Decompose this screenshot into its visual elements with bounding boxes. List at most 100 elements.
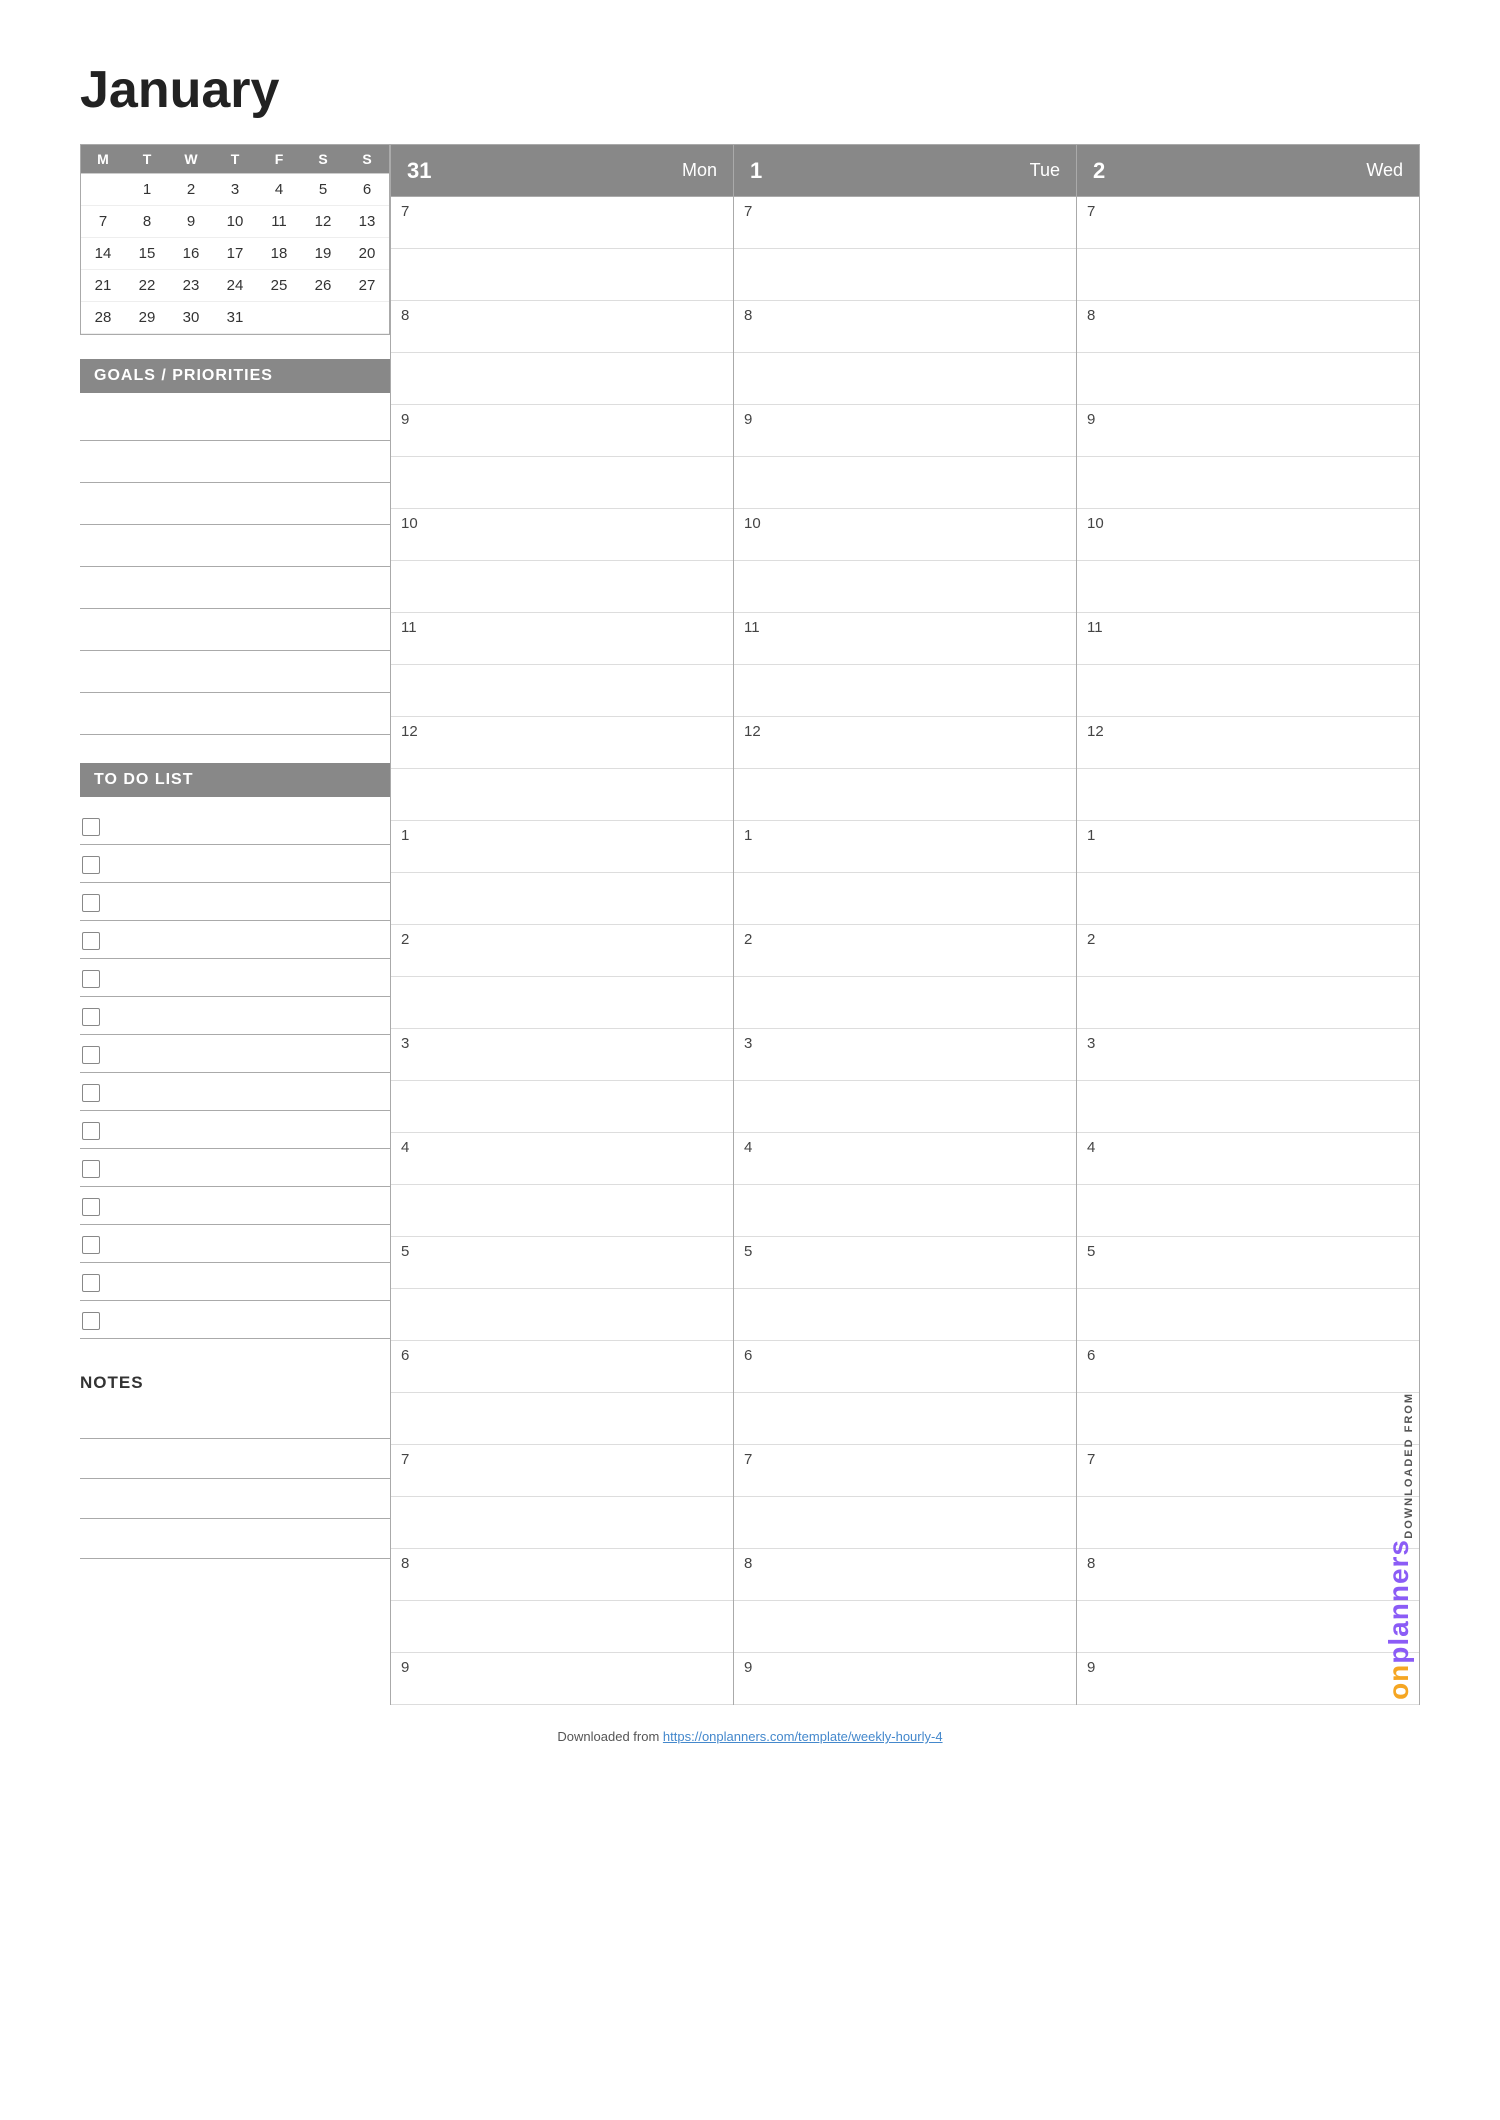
- hour-row[interactable]: 9: [391, 405, 733, 457]
- hour-row[interactable]: [391, 249, 733, 301]
- hour-row[interactable]: [391, 1601, 733, 1653]
- hour-row[interactable]: 12: [1077, 717, 1419, 769]
- todo-checkbox[interactable]: [82, 1122, 100, 1140]
- todo-checkbox[interactable]: [82, 1312, 100, 1330]
- todo-item[interactable]: [80, 1111, 390, 1149]
- todo-checkbox[interactable]: [82, 818, 100, 836]
- hour-row[interactable]: [734, 873, 1076, 925]
- hour-row[interactable]: [1077, 353, 1419, 405]
- hour-row[interactable]: [391, 1393, 733, 1445]
- hour-row[interactable]: 4: [391, 1133, 733, 1185]
- hour-row[interactable]: 7: [1077, 197, 1419, 249]
- todo-item[interactable]: [80, 1035, 390, 1073]
- todo-checkbox[interactable]: [82, 1198, 100, 1216]
- hour-row[interactable]: [734, 457, 1076, 509]
- todo-item[interactable]: [80, 807, 390, 845]
- hour-row[interactable]: [391, 977, 733, 1029]
- hour-row[interactable]: 2: [734, 925, 1076, 977]
- hour-row[interactable]: [391, 1289, 733, 1341]
- hour-row[interactable]: [734, 1393, 1076, 1445]
- goal-line[interactable]: [80, 697, 390, 735]
- goal-line[interactable]: [80, 655, 390, 693]
- notes-line[interactable]: [80, 1519, 390, 1559]
- hour-row[interactable]: [1077, 769, 1419, 821]
- hour-row[interactable]: [1077, 977, 1419, 1029]
- hour-row[interactable]: 6: [391, 1341, 733, 1393]
- hour-row[interactable]: [734, 1185, 1076, 1237]
- todo-item[interactable]: [80, 1225, 390, 1263]
- hour-row[interactable]: 10: [391, 509, 733, 561]
- todo-checkbox[interactable]: [82, 1236, 100, 1254]
- todo-item[interactable]: [80, 1263, 390, 1301]
- todo-checkbox[interactable]: [82, 894, 100, 912]
- hour-row[interactable]: 2: [391, 925, 733, 977]
- todo-item[interactable]: [80, 1149, 390, 1187]
- todo-checkbox[interactable]: [82, 856, 100, 874]
- hour-row[interactable]: 9 DOWNLOADED FROM onplanners: [1077, 1653, 1419, 1705]
- hour-row[interactable]: 5: [1077, 1237, 1419, 1289]
- todo-checkbox[interactable]: [82, 1160, 100, 1178]
- hour-row[interactable]: 7: [391, 1445, 733, 1497]
- hour-row[interactable]: [1077, 873, 1419, 925]
- hour-row[interactable]: 6: [1077, 1341, 1419, 1393]
- todo-item[interactable]: [80, 845, 390, 883]
- hour-row[interactable]: 10: [734, 509, 1076, 561]
- hour-row[interactable]: [391, 769, 733, 821]
- hour-row[interactable]: 7: [734, 197, 1076, 249]
- todo-item[interactable]: [80, 1187, 390, 1225]
- todo-item[interactable]: [80, 921, 390, 959]
- goal-line[interactable]: [80, 613, 390, 651]
- hour-row[interactable]: 9: [391, 1653, 733, 1705]
- hour-row[interactable]: [734, 249, 1076, 301]
- hour-row[interactable]: 7: [1077, 1445, 1419, 1497]
- todo-item[interactable]: [80, 1301, 390, 1339]
- hour-row[interactable]: [1077, 1393, 1419, 1445]
- hour-row[interactable]: [391, 353, 733, 405]
- hour-row[interactable]: 8: [734, 301, 1076, 353]
- todo-checkbox[interactable]: [82, 1008, 100, 1026]
- hour-row[interactable]: 10: [1077, 509, 1419, 561]
- hour-row[interactable]: [1077, 561, 1419, 613]
- hour-row[interactable]: 8: [391, 1549, 733, 1601]
- hour-row[interactable]: [734, 1289, 1076, 1341]
- hour-row[interactable]: 9: [734, 405, 1076, 457]
- goal-line[interactable]: [80, 571, 390, 609]
- hour-row[interactable]: 7: [391, 197, 733, 249]
- todo-checkbox[interactable]: [82, 1084, 100, 1102]
- hour-row[interactable]: [391, 561, 733, 613]
- hour-row[interactable]: [734, 1601, 1076, 1653]
- hour-row[interactable]: 6: [734, 1341, 1076, 1393]
- hour-row[interactable]: [391, 1081, 733, 1133]
- hour-row[interactable]: 9: [734, 1653, 1076, 1705]
- hour-row[interactable]: 3: [391, 1029, 733, 1081]
- goal-line[interactable]: [80, 403, 390, 441]
- hour-row[interactable]: 11: [1077, 613, 1419, 665]
- todo-checkbox[interactable]: [82, 1274, 100, 1292]
- hour-row[interactable]: [1077, 1289, 1419, 1341]
- notes-line[interactable]: [80, 1479, 390, 1519]
- hour-row[interactable]: [391, 665, 733, 717]
- hour-row[interactable]: 3: [734, 1029, 1076, 1081]
- hour-row[interactable]: 8: [391, 301, 733, 353]
- hour-row[interactable]: [391, 1497, 733, 1549]
- hour-row[interactable]: [391, 1185, 733, 1237]
- todo-checkbox[interactable]: [82, 1046, 100, 1064]
- hour-row[interactable]: [734, 1081, 1076, 1133]
- hour-row[interactable]: 7: [734, 1445, 1076, 1497]
- hour-row[interactable]: 12: [391, 717, 733, 769]
- hour-row[interactable]: 5: [734, 1237, 1076, 1289]
- notes-line[interactable]: [80, 1439, 390, 1479]
- hour-row[interactable]: [391, 457, 733, 509]
- hour-row[interactable]: [1077, 1081, 1419, 1133]
- hour-row[interactable]: 8: [1077, 301, 1419, 353]
- goal-line[interactable]: [80, 445, 390, 483]
- todo-checkbox[interactable]: [82, 932, 100, 950]
- todo-checkbox[interactable]: [82, 970, 100, 988]
- todo-item[interactable]: [80, 1073, 390, 1111]
- hour-row[interactable]: [734, 665, 1076, 717]
- hour-row[interactable]: [1077, 1185, 1419, 1237]
- hour-row[interactable]: 9: [1077, 405, 1419, 457]
- goal-line[interactable]: [80, 529, 390, 567]
- todo-item[interactable]: [80, 997, 390, 1035]
- hour-row[interactable]: 11: [391, 613, 733, 665]
